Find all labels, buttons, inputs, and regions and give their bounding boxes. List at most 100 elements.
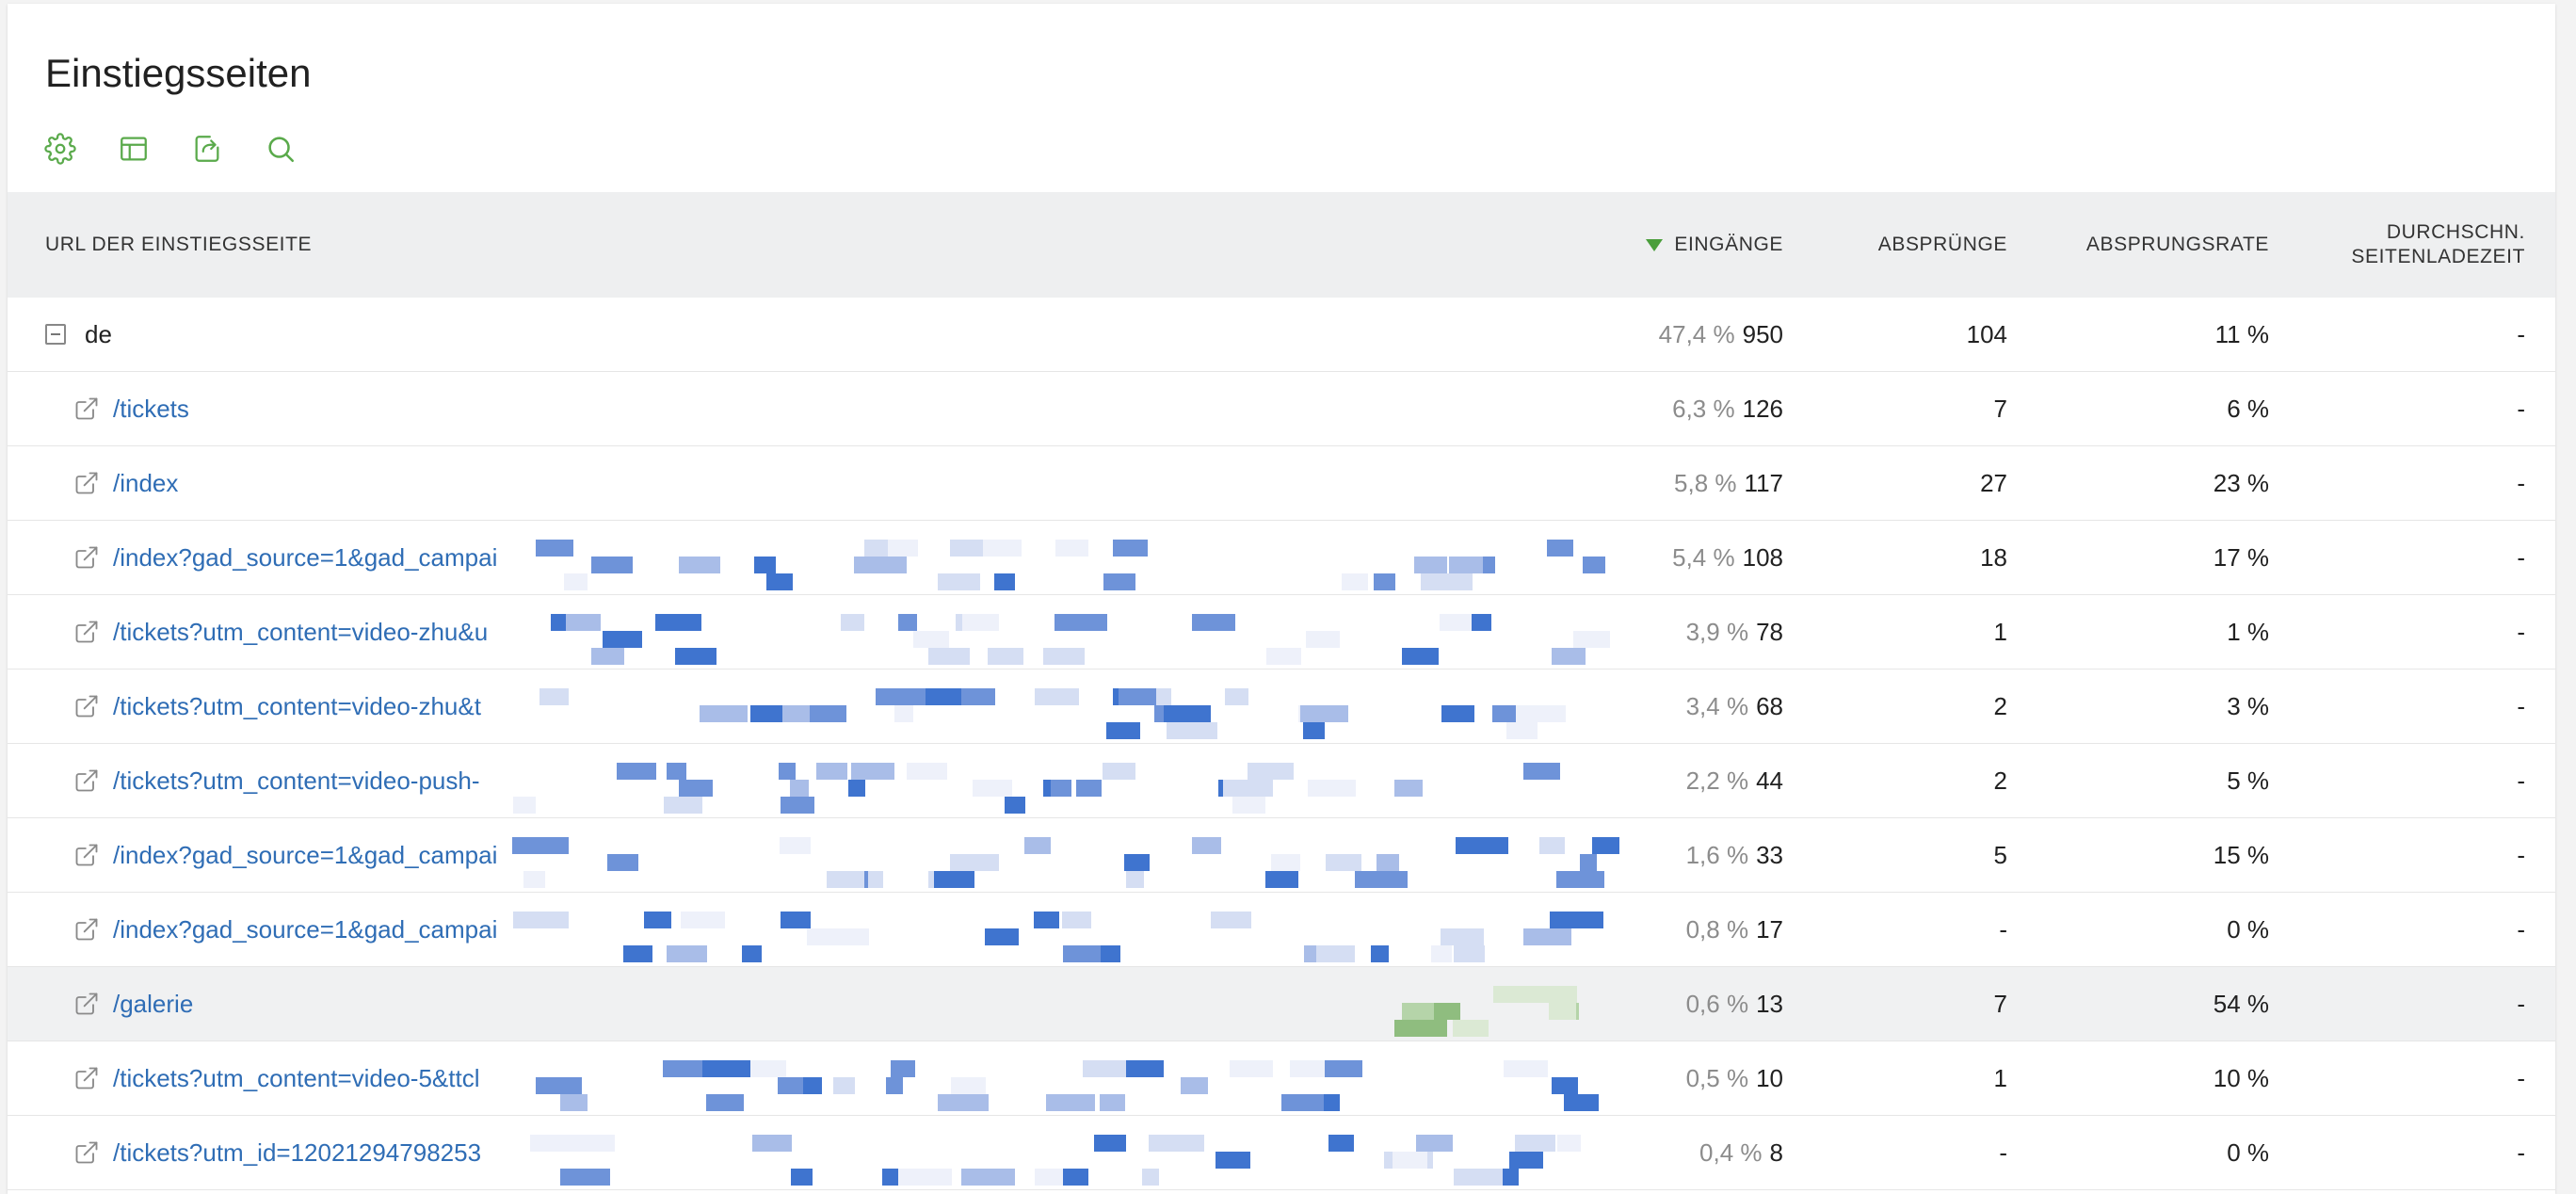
external-link-icon[interactable] — [73, 395, 100, 422]
export-button[interactable] — [188, 130, 226, 168]
bounce-rate-value: 1 % — [2227, 617, 2269, 646]
external-link-icon[interactable] — [73, 693, 100, 719]
bounces-value: - — [1999, 1138, 2007, 1167]
redaction-pixel — [790, 780, 809, 797]
row-url-link[interactable]: /index?gad_source=1&gad_campai — [113, 543, 497, 573]
redaction-pixel — [816, 763, 847, 780]
external-link-icon[interactable] — [73, 916, 100, 943]
external-link-icon[interactable] — [73, 544, 100, 571]
redaction-pixel — [1431, 945, 1452, 962]
redaction-pixel — [1592, 837, 1619, 854]
table-row[interactable]: /tickets?utm_content=video-push- 2,2 % 44 2… — [8, 744, 2555, 818]
redaction-pixel — [742, 945, 762, 962]
redaction-pixel — [1326, 854, 1361, 871]
visits-percent: 0,4 % — [1699, 1138, 1763, 1167]
external-link-icon[interactable] — [73, 470, 100, 496]
redaction-pixel — [1328, 1135, 1354, 1152]
redaction-pixel — [1509, 1152, 1543, 1169]
settings-button[interactable] — [41, 130, 79, 168]
row-url-link[interactable]: /tickets?utm_content=video-zhu&t — [113, 692, 481, 721]
bounce-rate-value: 11 % — [2214, 319, 2269, 348]
external-link-icon[interactable] — [73, 1065, 100, 1091]
redaction-pixel — [807, 928, 853, 945]
redaction-pixel — [1051, 780, 1071, 797]
redaction-pixel — [1167, 722, 1217, 739]
redaction-pixel — [663, 1060, 702, 1077]
redaction-pixel — [1055, 614, 1107, 631]
redaction-pixel — [1142, 1169, 1159, 1186]
group-label: de — [85, 319, 112, 348]
row-url-link[interactable]: /tickets?utm_id=12021294798253 — [113, 1138, 481, 1168]
redaction-pixel — [1055, 540, 1088, 557]
bounce-rate-value: 10 % — [2213, 1063, 2269, 1092]
column-header-visits[interactable]: EINGÄNGE — [1552, 192, 1783, 298]
search-button[interactable] — [262, 130, 299, 168]
search-icon — [268, 137, 295, 163]
redaction-pixel — [523, 871, 545, 888]
row-url-link[interactable]: /tickets — [113, 395, 189, 424]
column-header-bounce-rate[interactable]: ABSPRUNGSRATE — [2022, 192, 2269, 298]
redaction-pixel — [1583, 557, 1605, 573]
redaction-pixel — [938, 1094, 989, 1111]
redaction-pixel — [1394, 1020, 1447, 1037]
redaction-pixel — [780, 837, 811, 854]
redaction-pixel — [591, 648, 624, 665]
column-header-bounces[interactable]: ABSPRÜNGE — [1796, 192, 2007, 298]
table-row[interactable]: /tickets 6,3 % 126 7 6 % - — [8, 372, 2555, 446]
external-link-icon[interactable] — [73, 619, 100, 645]
row-url-link[interactable]: /index?gad_source=1&gad_campai — [113, 841, 497, 870]
external-link-icon[interactable] — [73, 767, 100, 794]
load-time-value: - — [2517, 1138, 2525, 1167]
redaction-pixel — [1300, 705, 1348, 722]
external-link-icon[interactable] — [73, 991, 100, 1017]
row-url-link[interactable]: /index?gad_source=1&gad_campai — [113, 915, 497, 944]
visits-percent: 1,6 % — [1685, 840, 1749, 869]
row-url-link[interactable]: /tickets?utm_content=video-zhu&u — [113, 618, 488, 647]
table-row[interactable]: /tickets?utm_content=video-zhu&t 3,4 % 68 2… — [8, 670, 2555, 744]
redaction-pixel — [1564, 1094, 1599, 1111]
redaction-pixel — [876, 688, 926, 705]
redaction-pixel — [1124, 854, 1150, 871]
redaction-pixel — [706, 1094, 744, 1111]
redaction-pixel — [848, 928, 869, 945]
row-url-link[interactable]: /tickets?utm_content=video-5&ttcl — [113, 1064, 479, 1093]
table-row[interactable]: /galerie 0,6 % 13 7 54 % - — [8, 967, 2555, 1041]
external-link-icon[interactable] — [73, 1139, 100, 1166]
redaction-pixel — [675, 648, 716, 665]
redaction-pixel — [1515, 1135, 1555, 1152]
column-header-load-time[interactable]: DURCHSCHN. SEITENLADEZEIT — [2286, 192, 2525, 298]
table-row[interactable]: /index?gad_source=1&gad_campai 0,8 % 17 - 0 … — [8, 893, 2555, 967]
redaction-mask — [510, 744, 1621, 816]
redaction-pixel — [1421, 573, 1473, 590]
bounce-rate-value: 0 % — [2227, 914, 2269, 944]
row-url-link[interactable]: /tickets?utm_content=video-push- — [113, 766, 480, 796]
visits-value: 108 — [1742, 542, 1783, 572]
redaction-pixel — [988, 648, 1023, 665]
table-header: URL DER EINSTIEGSSEITE EINGÄNGE ABSPRÜNG… — [8, 192, 2555, 298]
redaction-pixel — [934, 871, 974, 888]
row-url-link[interactable]: /index — [113, 469, 178, 498]
visits-value: 13 — [1756, 989, 1783, 1018]
redaction-pixel — [591, 557, 633, 573]
group-row[interactable]: de 47,4 % 950 104 11 % - — [8, 298, 2555, 372]
table-row[interactable]: /tickets?utm_content=video-zhu&u 3,9 % 78 1… — [8, 595, 2555, 670]
table-row[interactable]: /index?gad_source=1&gad_campai 5,4 % 108 18… — [8, 521, 2555, 595]
bounces-value: 5 — [1993, 840, 2007, 869]
table-row[interactable]: /index 5,8 % 117 27 23 % - — [8, 446, 2555, 521]
table-row[interactable]: /tickets?utm_content=video-5&ttcl 0,5 % 10… — [8, 1041, 2555, 1116]
redaction-pixel — [1416, 1135, 1453, 1152]
table-row[interactable]: /tickets?utm_id=12021294798253 0,4 % 8 - 0 %… — [8, 1116, 2555, 1190]
bounces-value: 7 — [1993, 989, 2007, 1018]
collapse-toggle-icon[interactable] — [45, 324, 66, 345]
visits-value: 8 — [1769, 1138, 1783, 1167]
redaction-pixel — [1271, 854, 1300, 871]
visualization-button[interactable] — [115, 130, 153, 168]
bounces-value: 104 — [1966, 319, 2007, 348]
column-header-url[interactable]: URL DER EINSTIEGSSEITE — [45, 192, 798, 298]
external-link-icon[interactable] — [73, 842, 100, 868]
row-url-link[interactable]: /galerie — [113, 990, 193, 1019]
load-time-value: - — [2517, 840, 2525, 869]
redaction-pixel — [539, 688, 569, 705]
table-row[interactable]: /index?gad_source=1&gad_campai 1,6 % 33 5 15… — [8, 818, 2555, 893]
redaction-pixel — [962, 614, 999, 631]
